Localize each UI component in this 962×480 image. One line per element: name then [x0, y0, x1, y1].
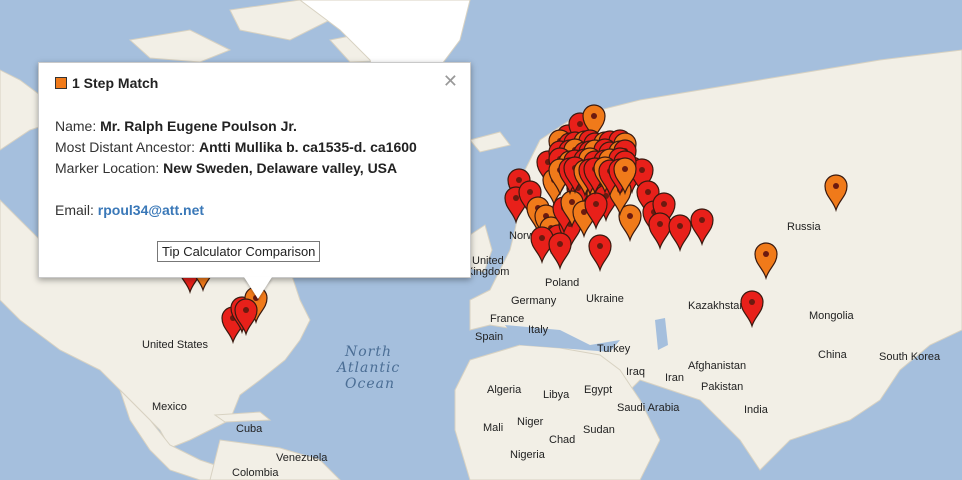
map-marker-dot — [639, 167, 645, 173]
email-row: Email: rpoul34@att.net — [55, 200, 417, 221]
info-window-title: 1 Step Match — [55, 75, 158, 91]
country-label: Kazakhstan — [688, 300, 745, 312]
map-marker-dot — [591, 113, 597, 119]
email-label: Email: — [55, 202, 94, 218]
map-marker-dot — [763, 251, 769, 257]
ancestor-label: Most Distant Ancestor: — [55, 139, 196, 155]
country-label: Mexico — [152, 401, 187, 413]
country-label: Venezuela — [276, 452, 328, 464]
ocean-label-1: North — [344, 344, 392, 360]
country-label: Spain — [475, 331, 503, 343]
ancestor-row: Most Distant Ancestor: Antti Mullika b. … — [55, 137, 417, 158]
map-marker-dot — [569, 199, 575, 205]
map-marker-dot — [661, 201, 667, 207]
country-label: United States — [142, 339, 209, 351]
map-marker-dot — [657, 221, 663, 227]
map-marker-dot — [516, 177, 522, 183]
map-marker-dot — [593, 201, 599, 207]
map-marker-dot — [527, 189, 533, 195]
tip-calculator-button[interactable]: Tip Calculator Comparison — [157, 241, 321, 262]
match-square-icon — [55, 77, 67, 89]
country-label: Algeria — [487, 384, 522, 396]
map-marker-dot — [597, 243, 603, 249]
country-label: Cuba — [236, 423, 263, 435]
country-label: Mali — [483, 422, 503, 434]
popup-details: Name: Mr. Ralph Eugene Poulson Jr. Most … — [55, 116, 417, 221]
country-label: Ukraine — [586, 293, 624, 305]
map-marker-dot — [833, 183, 839, 189]
name-value: Mr. Ralph Eugene Poulson Jr. — [100, 118, 297, 134]
name-row: Name: Mr. Ralph Eugene Poulson Jr. — [55, 116, 417, 137]
country-label: France — [490, 313, 524, 325]
country-label: Mongolia — [809, 310, 855, 322]
country-label: Iraq — [626, 366, 645, 378]
name-label: Name: — [55, 118, 97, 134]
map-marker-dot — [645, 189, 651, 195]
email-link[interactable]: rpoul34@att.net — [98, 202, 204, 218]
ocean-label-2: Atlantic — [335, 360, 400, 376]
close-icon[interactable]: ✕ — [443, 71, 458, 92]
info-window: 1 Step Match ✕ Name: Mr. Ralph Eugene Po… — [38, 62, 471, 278]
country-label: Italy — [528, 324, 549, 336]
ancestor-value: Antti Mullika b. ca1535-d. ca1600 — [198, 139, 417, 155]
map-marker-dot — [749, 299, 755, 305]
country-label: Nigeria — [510, 449, 546, 461]
country-label: Turkey — [597, 343, 631, 355]
ocean-label-3: Ocean — [345, 376, 395, 392]
popup-title-text: 1 Step Match — [72, 75, 159, 91]
map-marker-dot — [577, 121, 583, 127]
country-label: Saudi Arabia — [617, 402, 680, 414]
map-marker-dot — [699, 217, 705, 223]
country-label: Poland — [545, 277, 579, 289]
country-label: Pakistan — [701, 381, 743, 393]
location-row: Marker Location: New Sweden, Delaware va… — [55, 158, 417, 179]
map-marker-dot — [677, 223, 683, 229]
info-window-tail — [244, 277, 272, 299]
country-label: South Korea — [879, 351, 941, 363]
map-marker-dot — [557, 241, 563, 247]
location-label: Marker Location: — [55, 160, 160, 176]
country-label: China — [818, 349, 848, 361]
country-label: Russia — [787, 221, 822, 233]
country-label: Kingdom — [466, 266, 509, 278]
country-label: Sudan — [583, 424, 615, 436]
country-label: Niger — [517, 416, 544, 428]
country-label: Afghanistan — [688, 360, 746, 372]
map-marker-dot — [539, 235, 545, 241]
country-label: Chad — [549, 434, 575, 446]
country-label: Libya — [543, 389, 570, 401]
location-value: New Sweden, Delaware valley, USA — [163, 160, 398, 176]
map-marker-dot — [513, 195, 519, 201]
map-marker-dot — [243, 307, 249, 313]
country-label: Germany — [511, 295, 557, 307]
map-marker-dot — [622, 166, 628, 172]
country-label: Iran — [665, 372, 684, 384]
country-label: India — [744, 404, 769, 416]
map-marker-dot — [627, 213, 633, 219]
country-label: Egypt — [584, 384, 612, 396]
country-label: Colombia — [232, 467, 279, 479]
